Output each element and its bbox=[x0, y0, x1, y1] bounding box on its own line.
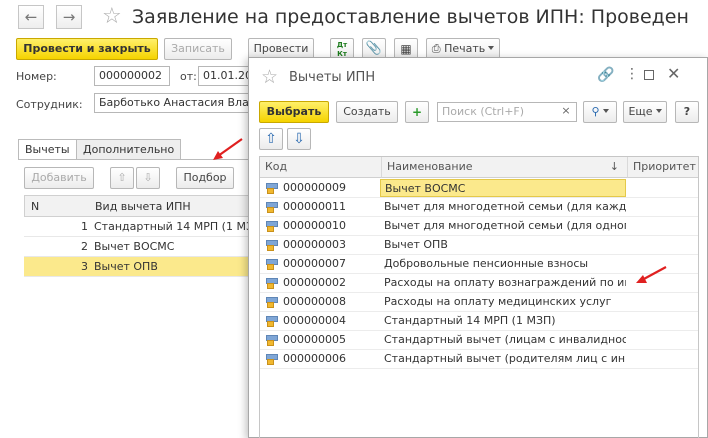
item-code: 000000002 bbox=[283, 276, 346, 289]
item-name: Вычет ВОСМС bbox=[380, 179, 626, 197]
tab-additional[interactable]: Дополнительно bbox=[76, 139, 182, 160]
item-code: 000000005 bbox=[283, 333, 346, 346]
save-button[interactable]: Записать bbox=[164, 38, 232, 60]
column-header-code[interactable]: Код bbox=[260, 157, 382, 178]
row-number: 2 bbox=[81, 240, 88, 253]
item-name: Стандартный вычет (лицам с инвалидностью… bbox=[384, 333, 626, 346]
item-code: 000000006 bbox=[283, 352, 346, 365]
dialog-title: Вычеты ИПН bbox=[289, 70, 376, 85]
forward-button[interactable]: → bbox=[56, 5, 82, 29]
column-header-priority[interactable]: Приоритет bbox=[628, 157, 698, 178]
catalog-item-icon bbox=[266, 354, 278, 365]
list-item[interactable]: 000000006 Стандартный вычет (родителям л… bbox=[260, 350, 698, 369]
select-button[interactable]: Выбрать bbox=[259, 101, 329, 123]
date-field[interactable]: 01.01.20 bbox=[198, 66, 250, 86]
move-up-button[interactable]: ⇧ bbox=[259, 128, 283, 150]
search-placeholder: Поиск (Ctrl+F) bbox=[442, 105, 525, 118]
catalog-item-icon bbox=[266, 221, 278, 232]
list-item[interactable]: 000000009 Вычет ВОСМС bbox=[260, 179, 698, 198]
more-icon[interactable]: ⋮ bbox=[625, 66, 639, 82]
column-header-type[interactable]: Вид вычета ИПН bbox=[95, 200, 191, 213]
item-name: Стандартный вычет (родителям лиц с инвал… bbox=[384, 352, 626, 365]
row-number: 3 bbox=[81, 260, 88, 273]
column-header-n[interactable]: N bbox=[31, 200, 39, 213]
item-name: Стандартный 14 МРП (1 МЗП) bbox=[384, 314, 556, 327]
item-code: 000000004 bbox=[283, 314, 346, 327]
help-button[interactable]: ? bbox=[675, 101, 699, 123]
chevron-down-icon bbox=[602, 109, 609, 113]
move-up-button[interactable]: ⇧ bbox=[110, 167, 134, 189]
move-down-button[interactable]: ⇩ bbox=[287, 128, 311, 150]
item-code: 000000010 bbox=[283, 219, 346, 232]
grid-header: N Вид вычета ИПН bbox=[24, 195, 256, 217]
item-name: Расходы на оплату медицинских услуг bbox=[384, 295, 612, 308]
favorite-star-icon[interactable]: ☆ bbox=[261, 66, 278, 88]
item-code: 000000009 bbox=[283, 181, 346, 194]
item-name: Расходы на оплату вознаграждений по ипот… bbox=[384, 276, 626, 289]
column-header-name[interactable]: Наименование ↓ bbox=[382, 157, 628, 178]
deductions-table: Код Наименование ↓ Приоритет 000000009 В… bbox=[259, 156, 699, 438]
favorite-star-icon[interactable]: ☆ bbox=[102, 6, 122, 28]
chevron-down-icon bbox=[655, 109, 662, 113]
number-field[interactable]: 000000002 bbox=[94, 66, 170, 86]
create-copy-icon[interactable]: + bbox=[405, 101, 429, 123]
number-label: Номер: bbox=[16, 70, 57, 83]
move-down-button[interactable]: ⇩ bbox=[136, 167, 160, 189]
row-number: 1 bbox=[81, 220, 88, 233]
catalog-item-icon bbox=[266, 183, 278, 194]
link-icon[interactable]: 🔗 bbox=[597, 67, 614, 83]
close-icon[interactable]: ✕ bbox=[667, 64, 680, 83]
item-code: 000000008 bbox=[283, 295, 346, 308]
table-row[interactable]: 3 Вычет ОПВ bbox=[24, 257, 256, 277]
column-header-name-label: Наименование bbox=[387, 160, 473, 173]
item-code: 000000007 bbox=[283, 257, 346, 270]
list-item[interactable]: 000000010 Вычет для многодетной семьи (д… bbox=[260, 217, 698, 236]
create-button[interactable]: Создать bbox=[336, 101, 398, 123]
add-button[interactable]: Добавить bbox=[24, 167, 94, 189]
list-item[interactable]: 000000004 Стандартный 14 МРП (1 МЗП) bbox=[260, 312, 698, 331]
item-name: Вычет ОПВ bbox=[384, 238, 448, 251]
print-label: Печать bbox=[444, 42, 486, 55]
more-label: Еще bbox=[628, 105, 653, 118]
list-item[interactable]: 000000005 Стандартный вычет (лицам с инв… bbox=[260, 331, 698, 350]
catalog-item-icon bbox=[266, 278, 278, 289]
catalog-item-icon bbox=[266, 240, 278, 251]
list-item[interactable]: 000000011 Вычет для многодетной семьи (д… bbox=[260, 198, 698, 217]
deductions-dialog: ☆ Вычеты ИПН 🔗 ⋮ ✕ Выбрать Создать + Пои… bbox=[248, 57, 708, 438]
tab-deductions[interactable]: Вычеты bbox=[18, 139, 77, 160]
more-button[interactable]: Еще bbox=[623, 101, 667, 123]
list-item[interactable]: 000000003 Вычет ОПВ bbox=[260, 236, 698, 255]
catalog-item-icon bbox=[266, 335, 278, 346]
printer-icon: ⎙ bbox=[431, 42, 441, 55]
clear-search-icon[interactable]: × bbox=[555, 102, 577, 122]
catalog-item-icon bbox=[266, 316, 278, 327]
employee-label: Сотрудник: bbox=[16, 98, 83, 111]
employee-field[interactable]: Барботько Анастасия Владим bbox=[94, 93, 250, 113]
catalog-item-icon bbox=[266, 297, 278, 308]
item-code: 000000003 bbox=[283, 238, 346, 251]
pick-button[interactable]: Подбор bbox=[176, 167, 234, 189]
maximize-icon[interactable] bbox=[644, 70, 654, 80]
table-row[interactable]: 2 Вычет ВОСМС bbox=[24, 237, 256, 257]
post-and-close-button[interactable]: Провести и закрыть bbox=[16, 38, 158, 60]
back-button[interactable]: ← bbox=[18, 5, 44, 29]
catalog-item-icon bbox=[266, 259, 278, 270]
list-item[interactable]: 000000008 Расходы на оплату медицинских … bbox=[260, 293, 698, 312]
search-button[interactable]: ⚲ bbox=[583, 101, 617, 123]
item-name: Вычет для многодетной семьи (для одного … bbox=[384, 219, 626, 232]
row-deduction-type: Вычет ВОСМС bbox=[94, 240, 175, 253]
date-label: от: bbox=[180, 70, 197, 83]
row-deduction-type: Вычет ОПВ bbox=[94, 260, 158, 273]
row-deduction-type: Стандартный 14 МРП (1 МЗП) bbox=[94, 220, 266, 233]
catalog-item-icon bbox=[266, 202, 278, 213]
annotation-arrow-icon bbox=[213, 138, 243, 160]
annotation-arrow-icon bbox=[636, 266, 667, 283]
page-title: Заявление на предоставление вычетов ИПН:… bbox=[132, 6, 689, 28]
table-row[interactable]: 1 Стандартный 14 МРП (1 МЗП) bbox=[24, 217, 266, 237]
item-name: Добровольные пенсионные взносы bbox=[384, 257, 589, 270]
item-name: Вычет для многодетной семьи (для каждого… bbox=[384, 200, 626, 213]
chevron-down-icon bbox=[488, 46, 495, 50]
sort-arrow-icon: ↓ bbox=[609, 160, 619, 173]
item-code: 000000011 bbox=[283, 200, 346, 213]
